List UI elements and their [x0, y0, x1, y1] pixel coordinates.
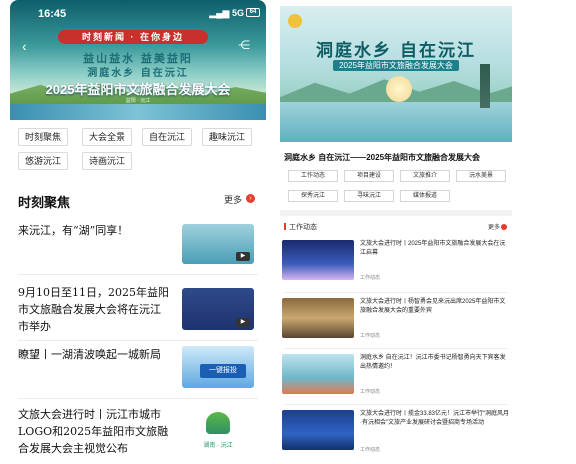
list-item[interactable]: 文旅大会进行时丨2025年益阳市文旅融合发展大会在沅江启幕 工作动态 — [280, 240, 512, 286]
list-item[interactable]: 文旅大会进行时丨杨智勇会见来沅出席2025年益阳市文旅融合发展大会的重要外宾 工… — [280, 298, 512, 344]
news-thumbnail: ▶ — [182, 224, 254, 264]
section-separator — [280, 210, 512, 216]
hero-banner — [280, 6, 512, 142]
news-thumbnail: 一键报投 — [182, 346, 254, 388]
divider — [284, 404, 508, 405]
news-title: 9月10日至11日，2025年益阳市文旅融合发展大会将在沅江市举办 — [18, 286, 169, 333]
status-time: 16:45 — [38, 8, 67, 20]
logo-icon — [288, 14, 302, 28]
section-title: 时刻聚焦 — [18, 195, 71, 210]
page-headline: 洞庭水乡 自在沅江——2025年益阳市文旅融合发展大会 — [284, 153, 481, 162]
network-type: 5G — [231, 8, 244, 18]
section-title: 工作动态 — [284, 222, 317, 232]
list-source: 工作动态 — [360, 447, 381, 453]
tag-tanxiu-yuanjiang[interactable]: 探秀沅江 — [288, 190, 338, 202]
list-title: 文旅大会进行时丨2025年益阳市文旅融合发展大会在沅江启幕 — [360, 241, 506, 256]
divider — [18, 274, 258, 275]
more-link[interactable]: 更多 — [224, 193, 242, 206]
city-logo-icon — [206, 412, 230, 434]
hero-slogan-2: 洞庭水乡 自在沅江 — [87, 68, 189, 79]
hero-lake — [280, 102, 512, 142]
tag-dahui-quanjing[interactable]: 大会全景 — [82, 128, 133, 146]
chevron-right-icon — [501, 224, 508, 230]
divider — [284, 292, 508, 293]
video-play-icon: ▶ — [236, 318, 250, 327]
news-item[interactable]: 9月10日至11日，2025年益阳市文旅融合发展大会将在沅江市举办 ▶ — [18, 284, 258, 336]
news-thumbnail: ▶ — [182, 288, 254, 330]
tag-youyou-yuanjiang[interactable]: 悠游沅江 — [18, 152, 69, 170]
chevron-right-icon[interactable]: › — [246, 194, 255, 203]
news-title: 文旅大会进行时丨沅江市城市LOGO和2025年益阳市文旅融合发展大会主视觉公布 — [18, 408, 169, 455]
page: { "left": { "status": {"time": "16:45", … — [0, 0, 576, 464]
news-title: 来沅江，有“湖”同享！ — [18, 224, 129, 237]
tag-quwei-yuanjiang[interactable]: 趣味沅江 — [202, 128, 253, 146]
divider — [18, 340, 258, 341]
thumb-label: 湖南 · 沅江 — [203, 443, 233, 449]
tag-wenlv-tuijie[interactable]: 文旅推介 — [400, 170, 450, 182]
tag-yuanshui-meijing[interactable]: 沅水美景 — [456, 170, 506, 182]
hero-ribbon: 时刻新闻 · 在你身边 — [58, 30, 208, 44]
list-thumbnail — [282, 240, 354, 280]
tag-meiti-baodao[interactable]: 媒体报道 — [400, 190, 450, 202]
list-source: 工作动态 — [360, 333, 381, 339]
news-item[interactable]: 文旅大会进行时丨沅江市城市LOGO和2025年益阳市文旅融合发展大会主视觉公布 … — [18, 406, 258, 462]
section-marker — [284, 223, 286, 230]
list-title: 文旅大会进行时丨揽金33.83亿元！沅江市举行“洞庭风月·有沅相会”文旅产业发展… — [360, 411, 510, 426]
divider — [18, 398, 258, 399]
news-item[interactable]: 瞭望丨一湖清波唤起一城新局 一键报投 — [18, 346, 258, 394]
hero-water — [10, 104, 266, 120]
list-item[interactable]: 洞庭水乡 自在沅江！沅江市委书记杨智勇向天下宾客发出热情邀约！ 工作动态 — [280, 354, 512, 400]
hero-moon — [386, 76, 412, 102]
left-phone-screen: 16:45 ▂▄▆ 5G 64 ‹ ⋲ 时刻新闻 · 在你身边 益山益水 益美益… — [0, 0, 272, 464]
more-link[interactable]: 更多 — [488, 222, 508, 231]
tag-xiangmu-jianshe[interactable]: 项目建设 — [344, 170, 394, 182]
hero-title: 洞庭水乡 自在沅江 — [316, 41, 476, 61]
news-thumbnail: 湖南 · 沅江 — [182, 408, 254, 458]
signal-icon: ▂▄▆ 5G — [209, 8, 244, 18]
hero-subtitle: 2025年益阳市文旅融合发展大会 — [280, 60, 512, 71]
news-title: 瞭望丨一湖清波唤起一城新局 — [18, 348, 161, 361]
divider — [284, 348, 508, 349]
list-item[interactable]: 文旅大会进行时丨揽金33.83亿元！沅江市举行“洞庭风月·有沅相会”文旅产业发展… — [280, 410, 512, 456]
list-source: 工作动态 — [360, 275, 381, 281]
tag-gongzuo-dongtai[interactable]: 工作动态 — [288, 170, 338, 182]
hero-title: 2025年益阳市文旅融合发展大会 — [45, 82, 231, 97]
news-item[interactable]: 来沅江，有“湖”同享！ ▶ — [18, 222, 258, 266]
video-play-icon: ▶ — [236, 252, 250, 261]
tag-shike-jujiao[interactable]: 时刻聚焦 — [18, 128, 69, 146]
list-source: 工作动态 — [360, 389, 381, 395]
tag-shihua-yuanjiang[interactable]: 诗画沅江 — [82, 152, 133, 170]
list-thumbnail — [282, 298, 354, 338]
battery-icon: 64 — [246, 8, 260, 17]
list-thumbnail — [282, 410, 354, 450]
list-title: 文旅大会进行时丨杨智勇会见来沅出席2025年益阳市文旅融合发展大会的重要外宾 — [360, 299, 506, 314]
hero-footnote: 益阳 · 沅江 — [125, 98, 151, 104]
thumb-label: 一键报投 — [200, 364, 246, 378]
right-phone-screen: 洞庭水乡 自在沅江 2025年益阳市文旅融合发展大会 洞庭水乡 自在沅江——20… — [276, 0, 512, 464]
status-bar: 16:45 ▂▄▆ 5G 64 — [10, 6, 266, 22]
list-thumbnail — [282, 354, 354, 394]
tag-zizai-yuanjiang[interactable]: 自在沅江 — [142, 128, 193, 146]
tag-xunwei-yuanjiang[interactable]: 寻味沅江 — [344, 190, 394, 202]
list-title: 洞庭水乡 自在沅江！沅江市委书记杨智勇向天下宾客发出热情邀约！ — [360, 355, 506, 370]
